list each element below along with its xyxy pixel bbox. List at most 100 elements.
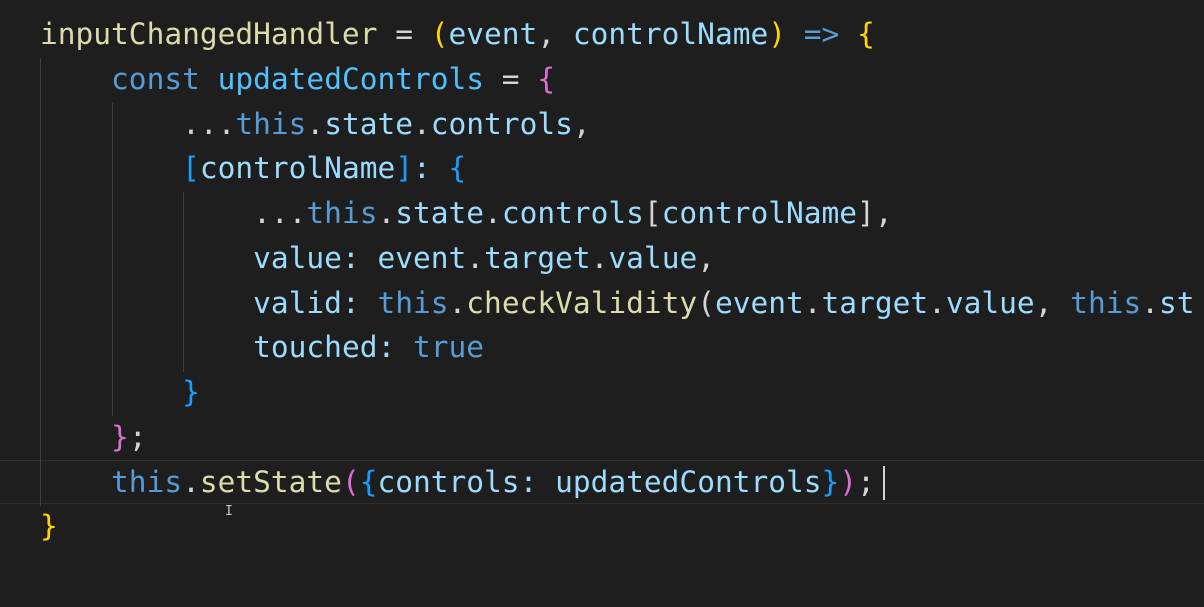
code-token: updatedControls [217,62,485,96]
code-token: st [1159,286,1195,320]
code-token: : [341,241,378,275]
code-line[interactable]: ...this.state.controls, [40,102,591,147]
code-token: ... [40,107,236,141]
code-token: setState [199,465,342,499]
code-token: { [359,465,378,499]
code-token: ) [839,465,858,499]
code-token: const [111,62,200,96]
code-token: { [857,17,875,51]
code-line[interactable]: ...this.state.controls[controlName], [40,191,893,236]
code-token: : [377,330,413,364]
code-token: . [377,196,396,230]
code-line[interactable]: } [40,504,58,549]
code-editor[interactable]: inputChangedHandler = (event, controlNam… [0,0,1204,607]
code-line[interactable]: const updatedControls = { [40,57,555,102]
code-token: controls [501,196,644,230]
code-token: , [697,241,715,275]
code-token: [ [182,151,200,185]
code-token: ) [768,17,786,51]
code-token: . [413,107,431,141]
code-token: ; [128,420,147,454]
code-token: event [448,17,538,51]
code-token: ( [697,286,715,320]
code-token: event [714,286,804,320]
code-token: . [484,196,502,230]
code-line[interactable]: }; [40,415,147,460]
code-token: } [182,375,200,409]
code-token: ; [857,465,875,499]
code-token: touched [253,330,378,364]
code-line[interactable]: touched: true [40,325,484,370]
code-token: checkValidity [466,286,698,320]
code-token: value [608,241,698,275]
code-token: ( [430,17,449,51]
code-token: value [253,241,342,275]
text-cursor [883,466,885,500]
code-token: inputChangedHandler [40,17,378,51]
code-token: ] [395,151,413,185]
code-token: [ [643,196,662,230]
code-token: => [803,17,840,51]
code-token: controlName [572,17,769,51]
code-token: } [111,420,129,454]
code-line[interactable]: value: event.target.value, [40,236,715,281]
code-token: . [182,465,200,499]
code-token: { [448,151,467,185]
code-token: { [537,62,556,96]
code-token: event [377,241,467,275]
code-token: . [928,286,946,320]
code-token: . [306,107,325,141]
code-token: . [803,286,822,320]
code-token: . [590,241,609,275]
code-token: state [395,196,485,230]
code-token: this [111,465,183,499]
code-token: valid [253,286,342,320]
code-line[interactable]: this.setState({controls: updatedControls… [40,460,875,505]
code-token: ... [40,196,307,230]
code-token: : [341,286,378,320]
code-token: ] [857,196,875,230]
mouse-ibeam-cursor-icon: I [225,504,233,519]
code-token: controlName [199,151,396,185]
code-token: state [324,107,413,141]
code-token: } [821,465,840,499]
code-token: this [306,196,378,230]
code-token: , [572,107,591,141]
code-token: . [1141,286,1160,320]
code-token: value [945,286,1035,320]
code-token: ( [341,465,360,499]
code-token: this [235,107,307,141]
code-token: updatedControls [555,465,822,499]
code-token: } [40,509,58,543]
code-token: = [377,17,431,51]
code-line[interactable]: } [40,370,200,415]
code-token: , [1034,286,1071,320]
code-token: , [537,17,573,51]
code-token: . [448,286,467,320]
code-token: true [413,330,485,364]
code-token: target [484,241,591,275]
code-token: target [821,286,929,320]
code-line[interactable]: [controlName]: { [40,146,466,191]
code-line[interactable]: valid: this.checkValidity(event.target.v… [40,281,1195,326]
code-token: , [874,196,893,230]
code-token: : [413,151,449,185]
code-token: this [1070,286,1142,320]
code-token: : [519,465,556,499]
code-token: controls [430,107,573,141]
code-line[interactable]: inputChangedHandler = (event, controlNam… [40,12,875,57]
code-token: = [484,62,538,96]
code-token: controlName [661,196,858,230]
code-token: . [466,241,485,275]
